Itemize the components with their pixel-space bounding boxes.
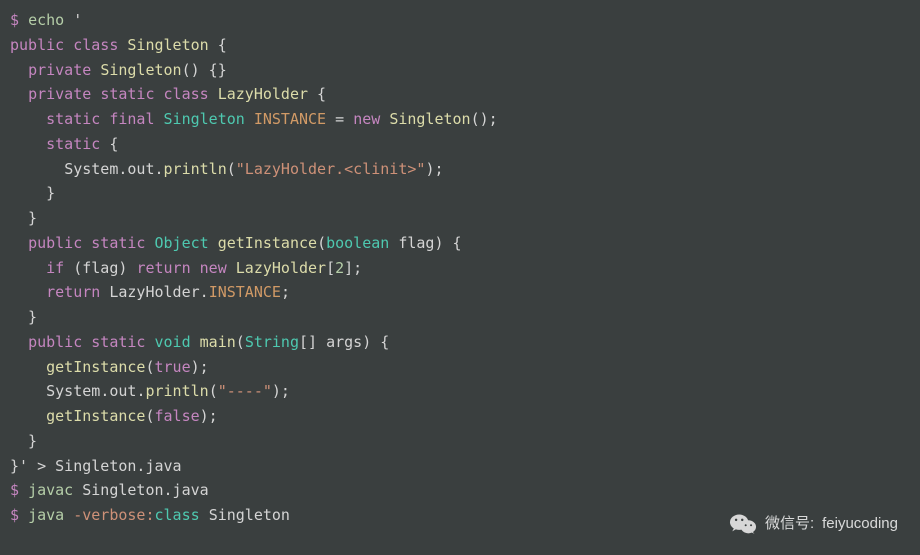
code-line: public static void main(String[] args) {: [10, 333, 389, 351]
code-line: }: [10, 184, 55, 202]
code-line: static {: [10, 135, 118, 153]
code-line: return LazyHolder.INSTANCE;: [10, 283, 290, 301]
code-line: getInstance(false);: [10, 407, 218, 425]
code-line: }: [10, 308, 37, 326]
code-line: }: [10, 209, 37, 227]
code-line: if (flag) return new LazyHolder[2];: [10, 259, 362, 277]
wechat-icon: [729, 513, 757, 536]
code-line: public static Object getInstance(boolean…: [10, 234, 462, 252]
code-line: System.out.println("LazyHolder.<clinit>"…: [10, 160, 444, 178]
watermark-label: 微信号:: [765, 512, 814, 537]
code-line: $ echo ': [10, 11, 82, 29]
code-line: }: [10, 432, 37, 450]
code-line: static final Singleton INSTANCE = new Si…: [10, 110, 498, 128]
code-line: $ java -verbose:class Singleton: [10, 506, 290, 524]
code-line: public class Singleton {: [10, 36, 227, 54]
code-line: $ javac Singleton.java: [10, 481, 209, 499]
watermark-value: feiyucoding: [822, 512, 898, 537]
code-line: System.out.println("----");: [10, 382, 290, 400]
code-line: private Singleton() {}: [10, 61, 227, 79]
code-line: getInstance(true);: [10, 358, 209, 376]
terminal-code-block: $ echo ' public class Singleton { privat…: [10, 8, 910, 528]
code-line: private static class LazyHolder {: [10, 85, 326, 103]
watermark: 微信号: feiyucoding: [729, 512, 898, 537]
code-line: }' > Singleton.java: [10, 457, 182, 475]
